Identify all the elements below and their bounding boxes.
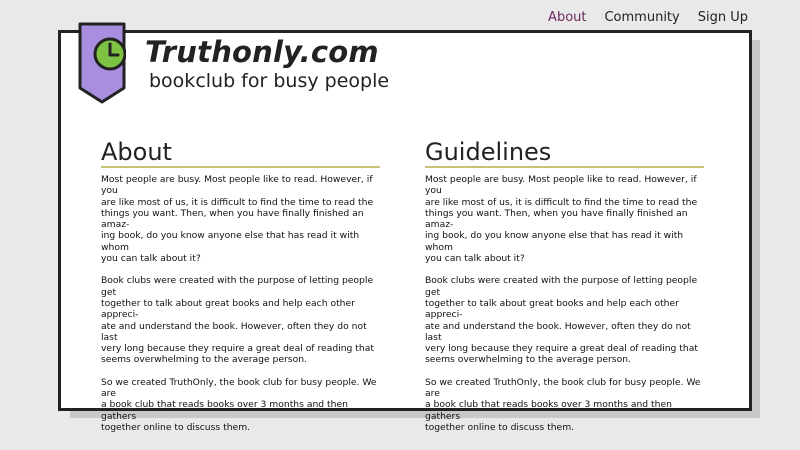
guidelines-paragraph: Most people are busy. Most people like t… [425,174,698,265]
about-paragraph: Book clubs were created with the purpose… [101,275,374,366]
nav-link-community[interactable]: Community [604,10,679,25]
guidelines-paragraph: So we created TruthOnly, the book club f… [425,376,701,433]
top-nav: About Community Sign Up [548,10,748,25]
guidelines-paragraph: Book clubs were created with the purpose… [425,275,698,366]
site-title[interactable]: Truthonly.com [145,38,379,67]
nav-link-sign-up[interactable]: Sign Up [698,10,748,25]
guidelines-section: Guidelines Most people are busy. Most pe… [425,140,705,433]
guidelines-heading: Guidelines [425,140,704,168]
clock-bookmark-icon [78,22,126,104]
about-heading: About [101,140,380,168]
site-tagline: bookclub for busy people [149,70,390,92]
about-section: About Most people are busy. Most people … [101,140,381,433]
nav-link-about[interactable]: About [548,10,586,25]
about-paragraph: So we created TruthOnly, the book club f… [101,376,377,433]
about-paragraph: Most people are busy. Most people like t… [101,174,374,265]
